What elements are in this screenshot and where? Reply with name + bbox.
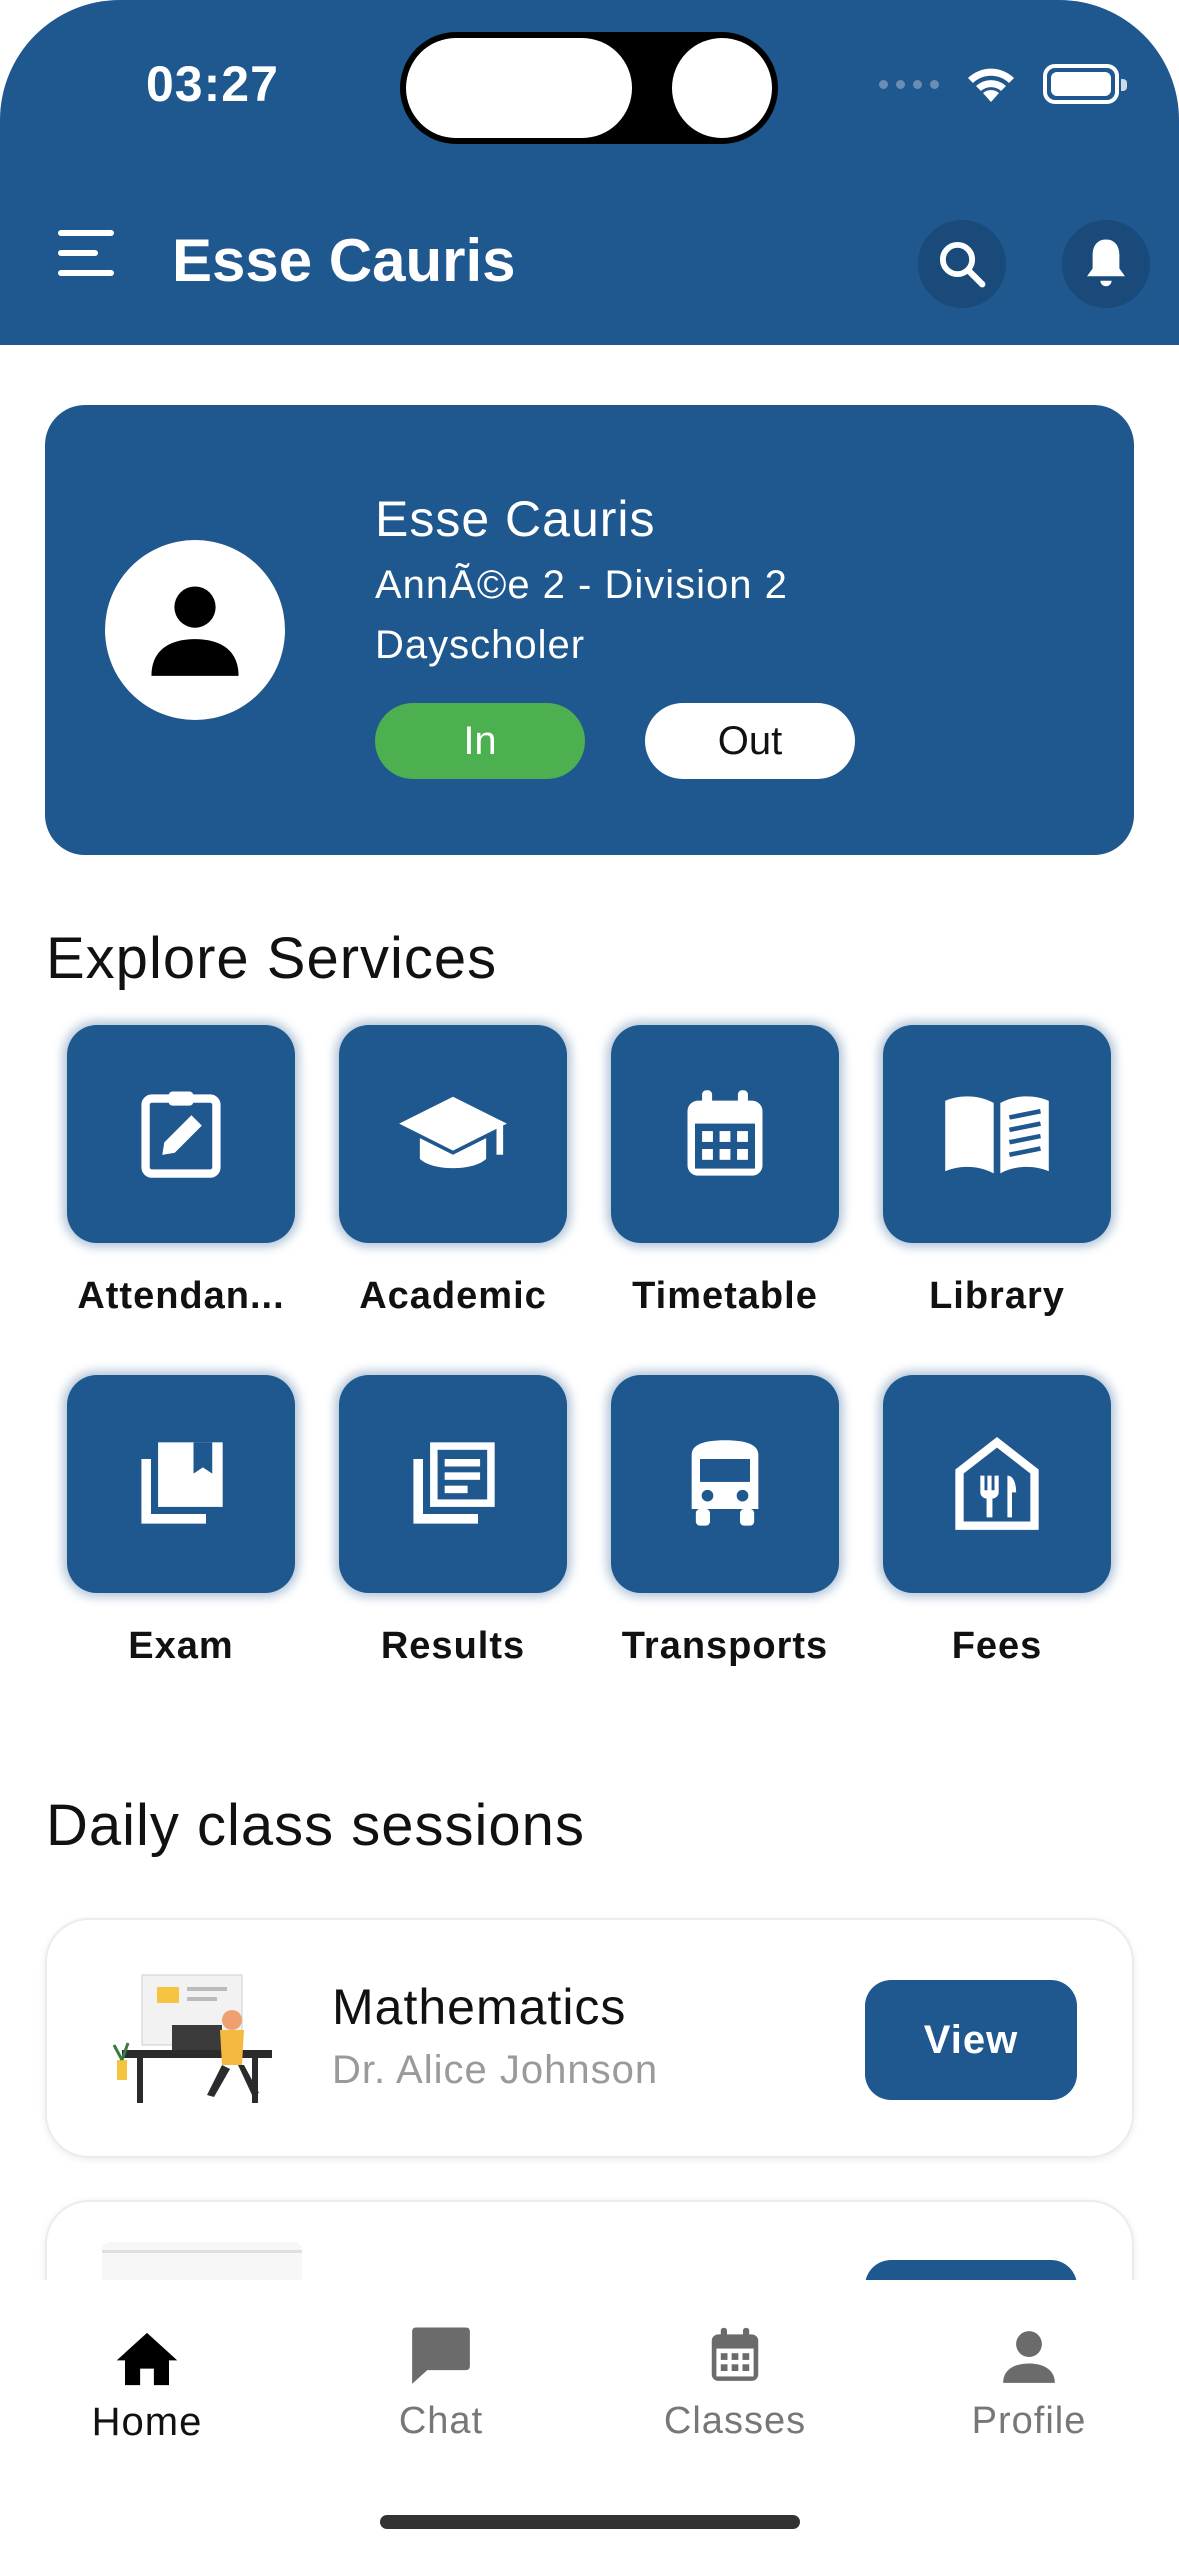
service-label: Exam [128, 1625, 234, 1667]
service-tile[interactable] [611, 1375, 839, 1593]
service-tile[interactable] [339, 1025, 567, 1243]
calendar-icon [687, 1090, 763, 1176]
service-tile[interactable] [611, 1025, 839, 1243]
service-tile[interactable] [67, 1025, 295, 1243]
restaurant-house-icon [955, 1437, 1039, 1530]
session-subject: Mathematics [332, 1979, 627, 2035]
service-tile[interactable] [339, 1375, 567, 1593]
status-time: 03:27 [146, 56, 279, 112]
service-label: Fees [951, 1625, 1043, 1667]
search-button[interactable] [918, 220, 1006, 308]
view-session-button[interactable]: View [865, 1980, 1077, 2100]
person-icon [1003, 2331, 1055, 2383]
service-label: Library [929, 1275, 1065, 1317]
service-label: Results [380, 1625, 526, 1667]
documents-icon [413, 1442, 495, 1524]
wifi-icon [968, 68, 1014, 102]
nav-label: Home [91, 2400, 203, 2444]
check-in-button[interactable]: In [375, 703, 585, 779]
session-illustration [102, 1965, 302, 2115]
signal-icon [879, 79, 939, 89]
student-type: Dayscholer [375, 623, 586, 667]
bell-icon [1087, 239, 1125, 287]
service-academic[interactable]: Academic [317, 1025, 589, 1325]
student-class: AnnÃ©e 2 - Division 2 [375, 563, 788, 607]
notifications-button[interactable] [1062, 220, 1150, 308]
chat-icon [412, 2327, 470, 2384]
open-book-icon [945, 1096, 1049, 1174]
service-tile[interactable] [883, 1025, 1111, 1243]
avatar [105, 540, 285, 720]
service-attendance[interactable]: Attendan... [45, 1025, 317, 1325]
dynamic-island [400, 32, 778, 144]
student-profile-card[interactable]: Esse Cauris AnnÃ©e 2 - Division 2 Daysch… [45, 405, 1134, 855]
nav-label: Chat [398, 2400, 484, 2442]
service-timetable[interactable]: Timetable [589, 1025, 861, 1325]
service-label: Academic [359, 1275, 547, 1317]
nav-chat[interactable]: Chat [294, 2310, 588, 2450]
service-transports[interactable]: Transports [589, 1375, 861, 1675]
bus-icon [691, 1440, 759, 1526]
app-header: 03:27 Esse Cauris [0, 0, 1179, 345]
session-card[interactable]: Mathematics Dr. Alice Johnson View [45, 1918, 1134, 2158]
nav-label: Profile [971, 2400, 1087, 2442]
service-tile[interactable] [883, 1375, 1111, 1593]
sessions-title: Daily class sessions [46, 1793, 585, 1858]
service-tile[interactable] [67, 1375, 295, 1593]
home-icon [116, 2332, 178, 2386]
graduation-cap-icon [399, 1096, 507, 1169]
menu-button[interactable] [58, 230, 120, 286]
student-name: Esse Cauris [375, 491, 656, 547]
service-fees[interactable]: Fees [861, 1375, 1133, 1675]
bookmark-stack-icon [141, 1442, 223, 1524]
nav-classes[interactable]: Classes [588, 2310, 882, 2450]
status-icons [879, 64, 1127, 104]
session-teacher: Dr. Alice Johnson [332, 2048, 659, 2092]
clipboard-edit-icon [141, 1091, 221, 1178]
service-exam[interactable]: Exam [45, 1375, 317, 1675]
search-icon [939, 241, 986, 288]
home-indicator [380, 2515, 800, 2529]
service-library[interactable]: Library [861, 1025, 1133, 1325]
nav-profile[interactable]: Profile [882, 2310, 1176, 2450]
nav-label: Classes [663, 2400, 807, 2442]
services-title: Explore Services [46, 926, 498, 991]
service-label: Transports [621, 1625, 829, 1667]
calendar-icon [711, 2327, 759, 2381]
service-label: Attendan... [77, 1275, 285, 1317]
app-title: Esse Cauris [172, 227, 516, 294]
check-out-button[interactable]: Out [645, 703, 855, 779]
service-label: Timetable [632, 1275, 818, 1317]
battery-icon [1043, 64, 1127, 104]
nav-home[interactable]: Home [0, 2310, 294, 2450]
service-results[interactable]: Results [317, 1375, 589, 1675]
person-icon [151, 586, 239, 676]
